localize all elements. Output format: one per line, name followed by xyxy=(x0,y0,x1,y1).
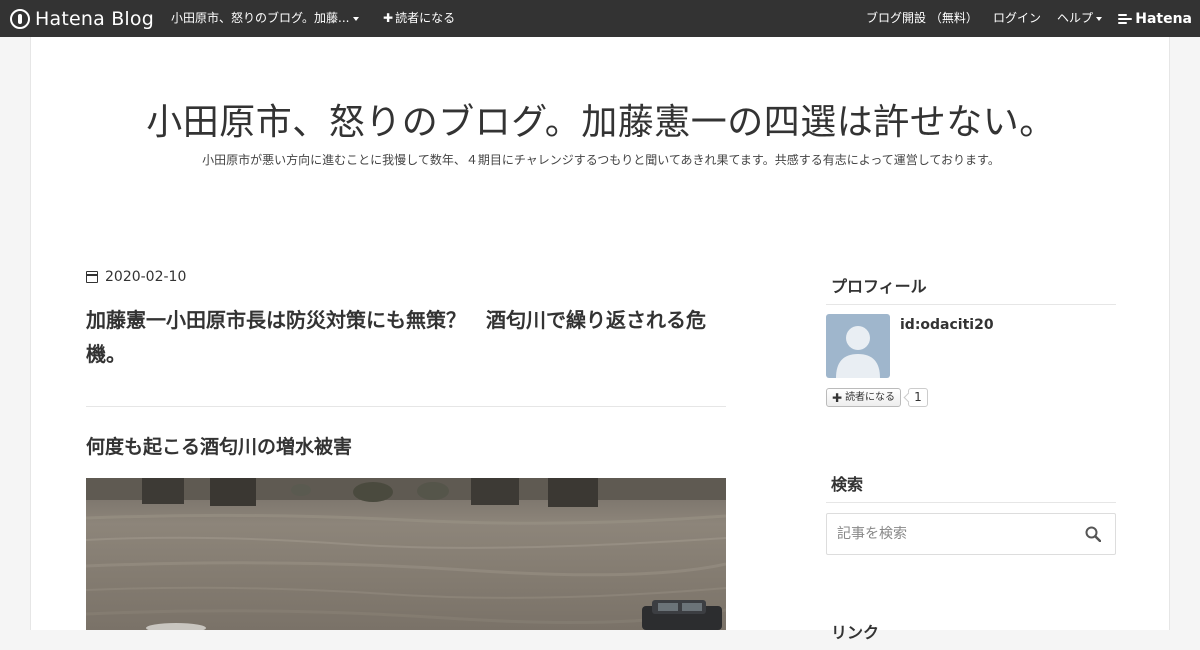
blog-title[interactable]: 小田原市、怒りのブログ。加藤憲一の四選は許せない。 xyxy=(31,93,1171,145)
blog-menu-dropdown[interactable]: 小田原市、怒りのブログ。加藤... xyxy=(171,0,359,37)
caret-down-icon xyxy=(1096,16,1103,21)
subscribe-label: 読者になる xyxy=(395,11,456,25)
calendar-icon xyxy=(86,271,98,283)
search-input[interactable] xyxy=(827,514,1077,554)
entry-title[interactable]: 加藤憲一小田原市長は防災対策にも無策？ 酒匂川で繰り返される危機。 xyxy=(86,303,731,371)
subscriber-count[interactable]: 1 xyxy=(908,388,928,407)
global-header: Hatena Blog 小田原市、怒りのブログ。加藤... ✚ 読者になる ブログ… xyxy=(0,0,1200,37)
help-dropdown[interactable]: ヘルプ xyxy=(1057,0,1103,37)
profile-user-id[interactable]: id:odaciti20 xyxy=(900,317,994,333)
plus-icon: ✚ xyxy=(383,11,394,25)
logo-text: Hatena Blog xyxy=(35,8,154,30)
entry-date[interactable]: 2020-02-10 xyxy=(86,269,186,285)
open-blog-link[interactable]: ブログ開設 （無料） xyxy=(866,0,978,37)
help-label: ヘルプ xyxy=(1057,11,1094,25)
blog-menu-label: 小田原市、怒りのブログ。加藤... xyxy=(171,11,350,25)
profile-subscribe-button[interactable]: ✚ 読者になる xyxy=(826,388,902,407)
hatena-blog-logo[interactable]: Hatena Blog xyxy=(10,7,154,31)
search-icon[interactable] xyxy=(1085,526,1101,542)
caret-down-icon xyxy=(352,16,359,21)
login-link[interactable]: ログイン xyxy=(993,0,1041,37)
avatar[interactable] xyxy=(826,314,890,378)
subscribe-link[interactable]: ✚ 読者になる xyxy=(383,0,455,37)
hatena-blog-logo-icon xyxy=(10,9,30,29)
profile-module-title: プロフィール xyxy=(826,273,1116,305)
profile-subscribe-label: 読者になる xyxy=(845,391,896,403)
search-form xyxy=(826,513,1116,555)
entry-divider xyxy=(86,406,726,407)
blog-description: 小田原市が悪い方向に進むことに我慢して数年、４期目にチャレンジするつもりと聞いて… xyxy=(202,153,1000,167)
links-module-title: リンク xyxy=(831,623,880,642)
entry-date-text: 2020-02-10 xyxy=(105,269,187,285)
plus-icon: ✚ xyxy=(832,390,843,405)
blog-container: 小田原市、怒りのブログ。加藤憲一の四選は許せない。 小田原市が悪い方向に進むこと… xyxy=(30,37,1171,642)
flooded-river-photo xyxy=(86,478,726,630)
search-module-title: 検索 xyxy=(826,471,1116,503)
hatena-logo-icon xyxy=(1118,13,1133,25)
user-silhouette-icon xyxy=(836,326,880,378)
hatena-logo[interactable]: Hatena xyxy=(1118,0,1192,37)
hatena-brand-text: Hatena xyxy=(1135,10,1192,27)
flooded-river-illustration xyxy=(86,478,726,630)
section-heading: 何度も起こる酒匂川の増水被害 xyxy=(86,436,353,458)
